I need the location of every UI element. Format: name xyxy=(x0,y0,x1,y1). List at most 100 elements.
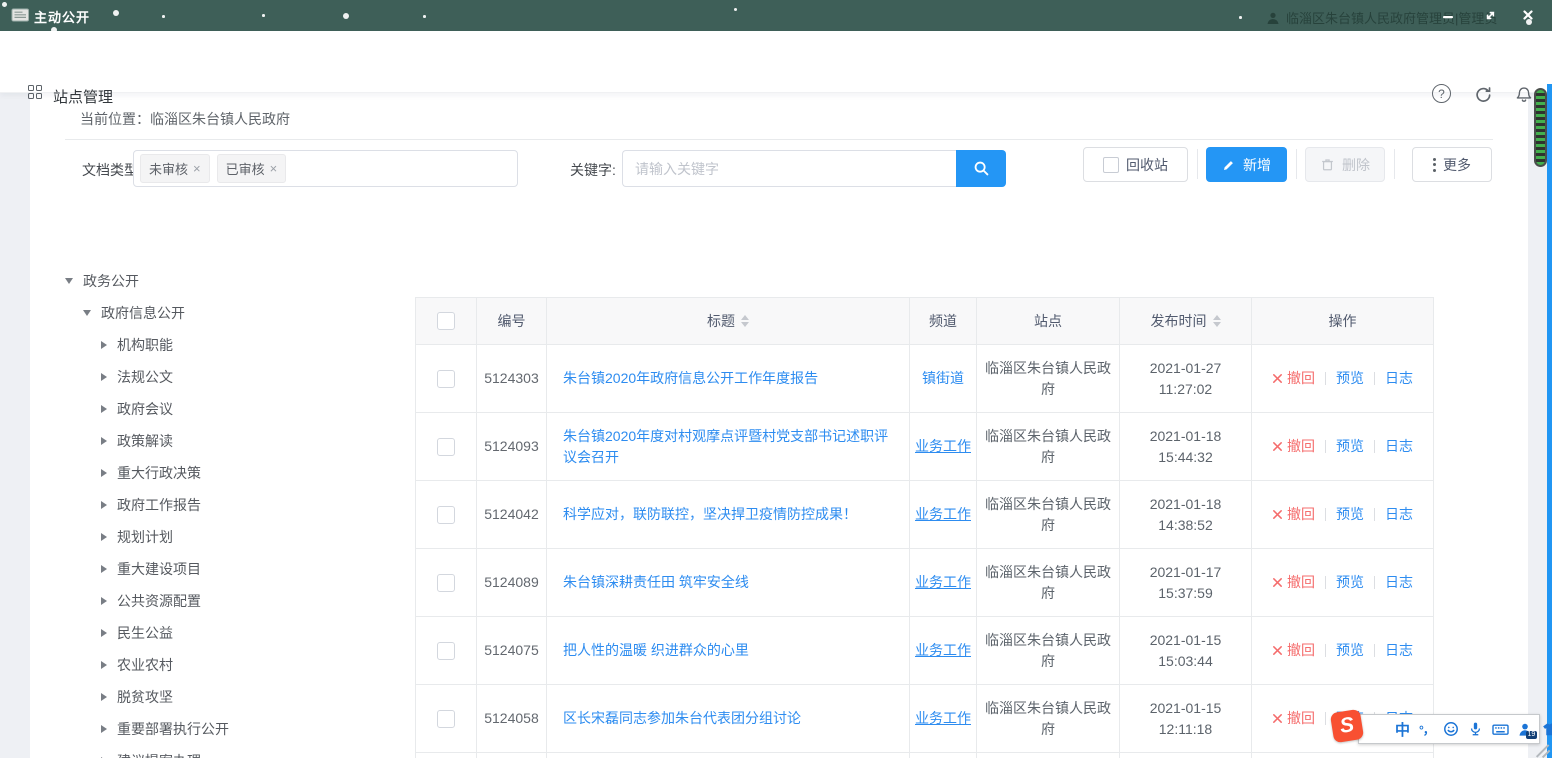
revoke-link[interactable]: 撤回 xyxy=(1272,504,1315,525)
doc-title-link[interactable]: 朱台镇2020年政府信息公开工作年度报告 xyxy=(563,368,818,389)
select-all-checkbox[interactable] xyxy=(437,312,455,330)
tag-close-icon[interactable]: × xyxy=(270,162,278,175)
scrollbar-thumb[interactable] xyxy=(1534,88,1547,167)
help-icon[interactable]: ? xyxy=(1432,84,1451,103)
refresh-icon[interactable] xyxy=(1472,83,1494,105)
log-link[interactable]: 日志 xyxy=(1385,368,1413,389)
caret-right-icon[interactable] xyxy=(101,405,107,413)
tree-node-root[interactable]: 政务公开 xyxy=(60,265,390,297)
row-checkbox[interactable] xyxy=(437,574,455,592)
doc-title-link[interactable]: 区长宋磊同志参加朱台代表团分组讨论 xyxy=(563,708,801,729)
log-link[interactable]: 日志 xyxy=(1385,504,1413,525)
tree-node[interactable]: 脱贫攻坚 xyxy=(60,681,390,713)
log-link[interactable]: 日志 xyxy=(1385,436,1413,457)
caret-right-icon[interactable] xyxy=(101,373,107,381)
channel-link[interactable]: 业务工作 xyxy=(915,572,971,593)
preview-link[interactable]: 预览 xyxy=(1336,504,1364,525)
caret-right-icon[interactable] xyxy=(101,661,107,669)
tree-node[interactable]: 政府工作报告 xyxy=(60,489,390,521)
sort-icon[interactable] xyxy=(741,315,749,327)
channel-link[interactable]: 业务工作 xyxy=(915,436,971,457)
user-menu[interactable]: 临淄区朱台镇人民政府管理员|管理员 xyxy=(1266,8,1552,27)
col-channel: 频道 xyxy=(909,298,976,344)
add-button[interactable]: 新增 xyxy=(1206,147,1287,182)
sogou-logo[interactable]: S xyxy=(1330,709,1364,743)
log-link[interactable]: 日志 xyxy=(1385,640,1413,661)
tree-node-gov-info[interactable]: 政府信息公开 xyxy=(60,297,390,329)
revoke-link[interactable]: 撤回 xyxy=(1272,368,1315,389)
row-checkbox[interactable] xyxy=(437,370,455,388)
microphone-icon[interactable] xyxy=(1468,721,1483,737)
tree-node[interactable]: 法规公文 xyxy=(60,361,390,393)
preview-link[interactable]: 预览 xyxy=(1336,436,1364,457)
tree-node[interactable]: 重大行政决策 xyxy=(60,457,390,489)
row-checkbox[interactable] xyxy=(437,710,455,728)
caret-down-icon[interactable] xyxy=(83,310,91,316)
minimize-button[interactable] xyxy=(1436,4,1460,26)
preview-link[interactable]: 预览 xyxy=(1336,572,1364,593)
caret-right-icon[interactable] xyxy=(101,533,107,541)
revoke-link[interactable]: 撤回 xyxy=(1272,640,1315,661)
tree-node[interactable]: 政策解读 xyxy=(60,425,390,457)
revoke-link[interactable]: 撤回 xyxy=(1272,572,1315,593)
tag-close-icon[interactable]: × xyxy=(193,162,201,175)
tree-node[interactable]: 政府会议 xyxy=(60,393,390,425)
log-link[interactable]: 日志 xyxy=(1385,572,1413,593)
row-checkbox[interactable] xyxy=(437,438,455,456)
delete-button[interactable]: 删除 xyxy=(1305,147,1385,182)
punctuation-icon[interactable]: °， xyxy=(1419,721,1434,738)
tree-node[interactable]: 重大建设项目 xyxy=(60,553,390,585)
maximize-button[interactable] xyxy=(1478,4,1502,26)
channel-link[interactable]: 镇街道 xyxy=(922,368,964,389)
doc-id: 5124042 xyxy=(476,481,546,548)
user-count-icon[interactable]: 19 xyxy=(1518,722,1533,737)
table-header-row: 编号 标题 频道 站点 发布时间 操作 xyxy=(416,298,1433,344)
caret-down-icon[interactable] xyxy=(65,278,73,284)
caret-right-icon[interactable] xyxy=(101,693,107,701)
doc-title-link[interactable]: 科学应对，联防联控，坚决捍卫疫情防控成果！ xyxy=(563,504,857,525)
tree-node[interactable]: 建议提案办理 xyxy=(60,745,390,758)
caret-right-icon[interactable] xyxy=(101,501,107,509)
channel-link[interactable]: 业务工作 xyxy=(915,708,971,729)
doc-type-select[interactable]: 未审核 × 已审核 × xyxy=(133,150,518,187)
keyboard-icon[interactable] xyxy=(1492,722,1509,737)
tree-node[interactable]: 民生公益 xyxy=(60,617,390,649)
close-icon[interactable] xyxy=(1516,4,1540,26)
sort-icon[interactable] xyxy=(1213,315,1221,327)
notification-bell-icon[interactable] xyxy=(1513,83,1535,105)
caret-right-icon[interactable] xyxy=(101,341,107,349)
doc-title-link[interactable]: 把人性的温暖 织进群众的心里 xyxy=(563,640,749,661)
tree-node[interactable]: 重要部署执行公开 xyxy=(60,713,390,745)
recycle-bin-button[interactable]: 回收站 xyxy=(1083,147,1188,182)
revoke-link[interactable]: 撤回 xyxy=(1272,708,1315,729)
row-checkbox[interactable] xyxy=(437,506,455,524)
channel-link[interactable]: 业务工作 xyxy=(915,504,971,525)
doc-title-link[interactable]: 朱台镇深耕责任田 筑牢安全线 xyxy=(563,572,749,593)
caret-right-icon[interactable] xyxy=(101,597,107,605)
preview-link[interactable]: 预览 xyxy=(1336,368,1364,389)
tree-node[interactable]: 机构职能 xyxy=(60,329,390,361)
caret-right-icon[interactable] xyxy=(101,469,107,477)
tree-node[interactable]: 公共资源配置 xyxy=(60,585,390,617)
row-checkbox[interactable] xyxy=(437,642,455,660)
revoke-link[interactable]: 撤回 xyxy=(1272,436,1315,457)
tree-node[interactable]: 农业农村 xyxy=(60,649,390,681)
more-button[interactable]: 更多 xyxy=(1412,147,1492,182)
chinese-mode-icon[interactable]: 中 xyxy=(1395,719,1410,740)
caret-right-icon[interactable] xyxy=(101,725,107,733)
emoji-icon[interactable] xyxy=(1443,721,1459,737)
tree-node[interactable]: 规划计划 xyxy=(60,521,390,553)
search-button[interactable] xyxy=(956,150,1006,187)
app-header: 站点管理 ? xyxy=(0,31,1552,93)
preview-link[interactable]: 预览 xyxy=(1336,640,1364,661)
apps-grid-icon[interactable] xyxy=(28,85,43,100)
keyword-input[interactable] xyxy=(622,150,956,187)
recycle-checkbox[interactable] xyxy=(1103,157,1119,173)
doc-title-link[interactable]: 朱台镇2020年度对村观摩点评暨村党支部书记述职评议会召开 xyxy=(563,426,893,468)
caret-right-icon[interactable] xyxy=(101,629,107,637)
caret-right-icon[interactable] xyxy=(101,437,107,445)
caret-right-icon[interactable] xyxy=(101,565,107,573)
channel-link[interactable]: 业务工作 xyxy=(915,640,971,661)
divider xyxy=(1325,576,1326,589)
skin-icon[interactable] xyxy=(1542,722,1552,737)
